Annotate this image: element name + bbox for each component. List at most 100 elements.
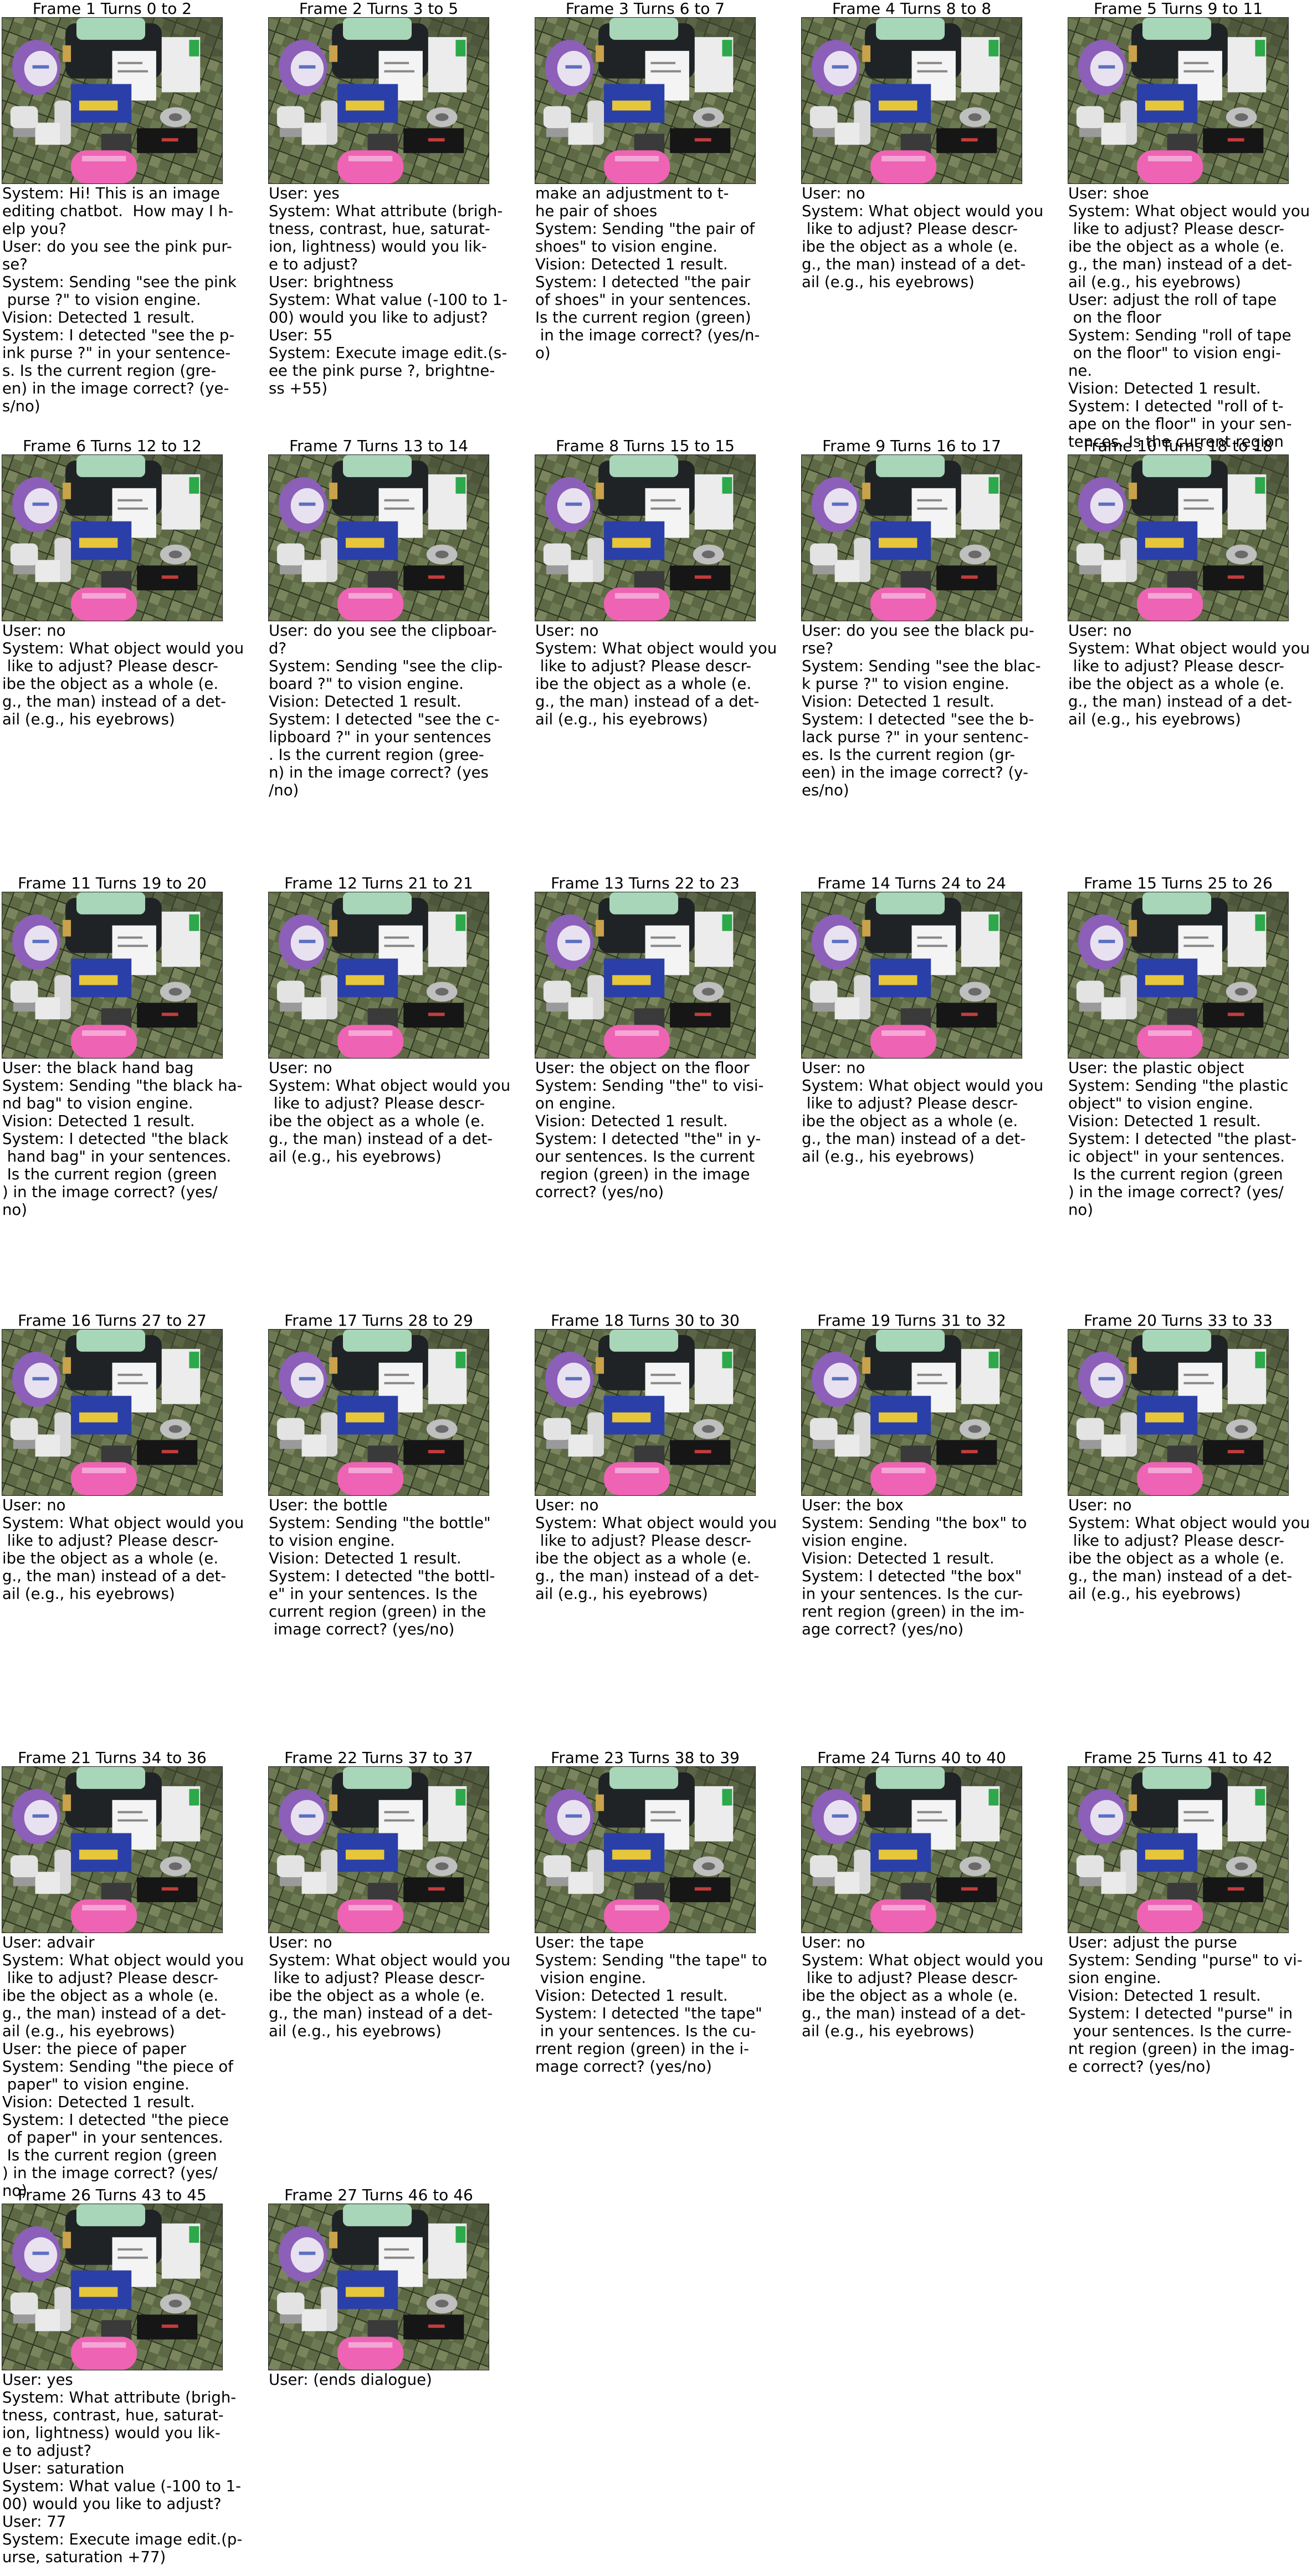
frame-photo bbox=[801, 1766, 1022, 1933]
frame-photo bbox=[1068, 17, 1289, 184]
frame-photo bbox=[2, 1329, 223, 1496]
photo-illustration bbox=[1068, 1767, 1288, 1933]
frame-title: Frame 14 Turns 24 to 24 bbox=[817, 874, 1006, 892]
frame-photo bbox=[535, 1766, 756, 1933]
frame-dialogue-text: User: (ends dialogue) bbox=[269, 2371, 432, 2389]
photo-illustration bbox=[535, 455, 755, 621]
photo-illustration bbox=[1068, 892, 1288, 1058]
frame-title: Frame 6 Turns 12 to 12 bbox=[23, 437, 202, 455]
photo-illustration bbox=[802, 455, 1022, 621]
frame-dialogue-text: User: the black hand bag System: Sending… bbox=[2, 1059, 243, 1219]
frame-photo bbox=[268, 17, 489, 184]
photo-illustration bbox=[269, 1330, 489, 1495]
photo-illustration bbox=[269, 2204, 489, 2370]
frame-title: Frame 24 Turns 40 to 40 bbox=[817, 1749, 1006, 1767]
frame-dialogue-text: User: the box System: Sending "the box" … bbox=[802, 1496, 1027, 1638]
frame-title: Frame 2 Turns 3 to 5 bbox=[299, 0, 459, 18]
frame-dialogue-text: User: yes System: What attribute (brigh-… bbox=[2, 2371, 243, 2566]
frame-dialogue-text: User: do you see the black pu- rse? Syst… bbox=[802, 622, 1041, 799]
frame-photo bbox=[535, 17, 756, 184]
frame-dialogue-text: User: no System: What object would you l… bbox=[535, 1496, 777, 1603]
photo-illustration bbox=[1068, 1330, 1288, 1495]
frame-title: Frame 15 Turns 25 to 26 bbox=[1084, 874, 1273, 892]
frame-dialogue-text: User: advair System: What object would y… bbox=[2, 1934, 244, 2200]
frame-title: Frame 4 Turns 8 to 8 bbox=[832, 0, 992, 18]
photo-illustration bbox=[802, 892, 1022, 1058]
frame-dialogue-text: User: no System: What object would you l… bbox=[1068, 622, 1310, 728]
frame-title: Frame 23 Turns 38 to 39 bbox=[551, 1749, 740, 1767]
frame-title: Frame 22 Turns 37 to 37 bbox=[284, 1749, 473, 1767]
frame-photo bbox=[801, 1329, 1022, 1496]
photo-illustration bbox=[2, 1767, 222, 1933]
frame-title: Frame 11 Turns 19 to 20 bbox=[18, 874, 207, 892]
frame-photo bbox=[268, 454, 489, 621]
photo-illustration bbox=[1068, 18, 1288, 183]
photo-illustration bbox=[1068, 455, 1288, 621]
photo-illustration bbox=[2, 1330, 222, 1495]
frame-dialogue-text: User: no System: What object would you l… bbox=[535, 622, 777, 728]
frame-photo bbox=[801, 892, 1022, 1059]
frame-title: Frame 13 Turns 22 to 23 bbox=[551, 874, 740, 892]
frame-title: Frame 18 Turns 30 to 30 bbox=[551, 1311, 740, 1330]
photo-illustration bbox=[269, 18, 489, 183]
frame-title: Frame 27 Turns 46 to 46 bbox=[284, 2186, 473, 2204]
frame-photo bbox=[268, 1329, 489, 1496]
photo-illustration bbox=[535, 892, 755, 1058]
photo-illustration bbox=[2, 2204, 222, 2370]
frame-dialogue-text: User: no System: What object would you l… bbox=[1068, 1496, 1310, 1603]
frame-title: Frame 19 Turns 31 to 32 bbox=[817, 1311, 1006, 1330]
frame-dialogue-text: User: do you see the clipboar- d? System… bbox=[269, 622, 503, 799]
frame-title: Frame 21 Turns 34 to 36 bbox=[18, 1749, 207, 1767]
frame-photo bbox=[535, 454, 756, 621]
frame-dialogue-text: User: the plastic object System: Sending… bbox=[1068, 1059, 1297, 1219]
frame-title: Frame 12 Turns 21 to 21 bbox=[284, 874, 473, 892]
frame-dialogue-text: User: no System: What object would you l… bbox=[2, 622, 244, 728]
frame-dialogue-text: User: the object on the floor System: Se… bbox=[535, 1059, 764, 1201]
frame-dialogue-text: User: no System: What object would you l… bbox=[269, 1934, 511, 2040]
photo-illustration bbox=[802, 18, 1022, 183]
frame-photo bbox=[268, 1766, 489, 1933]
frame-dialogue-text: User: shoe System: What object would you… bbox=[1068, 185, 1310, 451]
frame-title: Frame 9 Turns 16 to 17 bbox=[822, 437, 1001, 455]
photo-illustration bbox=[535, 1767, 755, 1933]
photo-illustration bbox=[802, 1767, 1022, 1933]
photo-illustration bbox=[2, 455, 222, 621]
frame-title: Frame 1 Turns 0 to 2 bbox=[32, 0, 192, 18]
photo-illustration bbox=[269, 1767, 489, 1933]
frame-dialogue-text: User: no System: What object would you l… bbox=[802, 1934, 1044, 2040]
frame-photo bbox=[2, 892, 223, 1059]
frame-title: Frame 5 Turns 9 to 11 bbox=[1093, 0, 1263, 18]
frame-dialogue-text: User: no System: What object would you l… bbox=[269, 1059, 511, 1166]
frame-title: Frame 3 Turns 6 to 7 bbox=[565, 0, 725, 18]
frame-dialogue-text: User: no System: What object would you l… bbox=[802, 1059, 1044, 1166]
frame-title: Frame 20 Turns 33 to 33 bbox=[1084, 1311, 1273, 1330]
frame-title: Frame 16 Turns 27 to 27 bbox=[18, 1311, 207, 1330]
photo-illustration bbox=[269, 892, 489, 1058]
frame-title: Frame 8 Turns 15 to 15 bbox=[556, 437, 735, 455]
frame-photo bbox=[2, 454, 223, 621]
frame-photo bbox=[801, 454, 1022, 621]
frame-photo bbox=[268, 892, 489, 1059]
frame-dialogue-text: User: no System: What object would you l… bbox=[2, 1496, 244, 1603]
frame-photo bbox=[1068, 1329, 1289, 1496]
frame-dialogue-text: System: Hi! This is an image editing cha… bbox=[2, 185, 237, 415]
frame-dialogue-text: User: the tape System: Sending "the tape… bbox=[535, 1934, 767, 2076]
photo-illustration bbox=[535, 18, 755, 183]
frame-dialogue-text: User: the bottle System: Sending "the bo… bbox=[269, 1496, 495, 1638]
photo-illustration bbox=[802, 1330, 1022, 1495]
frame-photo bbox=[535, 1329, 756, 1496]
frame-photo bbox=[2, 1766, 223, 1933]
frame-photo bbox=[1068, 1766, 1289, 1933]
photo-illustration bbox=[2, 18, 222, 183]
frame-title: Frame 10 Turns 18 to 18 bbox=[1084, 437, 1273, 455]
frame-dialogue-text: User: no System: What object would you l… bbox=[802, 185, 1044, 291]
photo-illustration bbox=[269, 455, 489, 621]
frame-photo bbox=[1068, 454, 1289, 621]
frame-photo bbox=[535, 892, 756, 1059]
frame-title: Frame 25 Turns 41 to 42 bbox=[1084, 1749, 1273, 1767]
frame-dialogue-text: User: adjust the purse System: Sending "… bbox=[1068, 1934, 1303, 2076]
frame-title: Frame 17 Turns 28 to 29 bbox=[284, 1311, 473, 1330]
frame-photo bbox=[2, 17, 223, 184]
photo-illustration bbox=[2, 892, 222, 1058]
frame-photo bbox=[2, 2204, 223, 2370]
